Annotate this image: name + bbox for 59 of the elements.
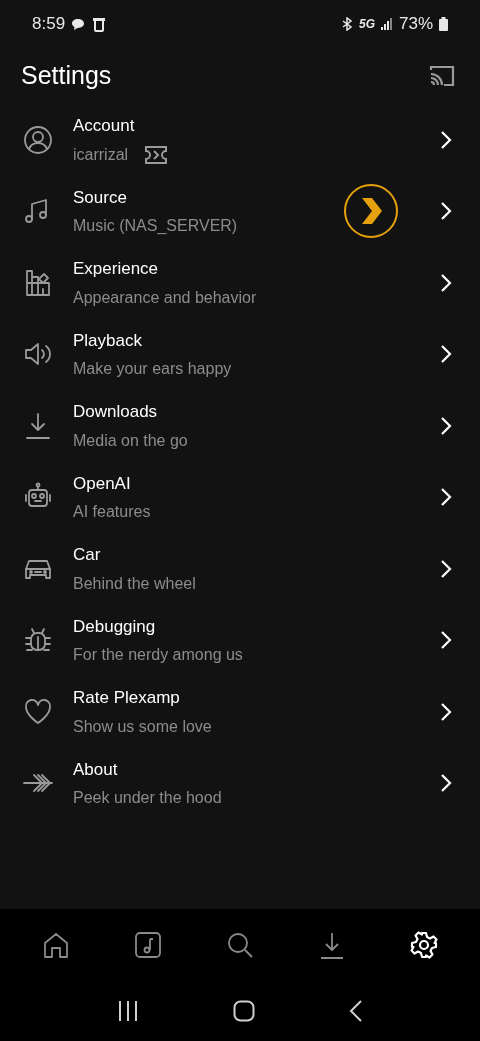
settings-row[interactable]: Account icarrizal bbox=[0, 104, 480, 176]
recent-apps-icon[interactable] bbox=[117, 1001, 139, 1021]
status-time: 8:59 bbox=[32, 13, 66, 36]
row-title: Downloads bbox=[73, 401, 159, 423]
chat-icon bbox=[71, 17, 86, 31]
chevron-right-icon bbox=[440, 701, 452, 722]
row-subtitle: Music (NAS_SERVER) bbox=[73, 216, 238, 236]
account-icon bbox=[22, 123, 54, 156]
settings-row[interactable]: Car Behind the wheel bbox=[0, 533, 480, 605]
chevron-right-icon bbox=[440, 201, 452, 222]
bluetooth-icon bbox=[340, 17, 353, 31]
row-title: Experience bbox=[73, 258, 160, 280]
chevron-right-icon bbox=[440, 129, 452, 150]
row-title: Playback bbox=[73, 329, 143, 352]
back-icon[interactable] bbox=[349, 1000, 363, 1022]
row-title: Debugging bbox=[73, 615, 157, 638]
row-subtitle: AI features bbox=[73, 502, 151, 522]
row-subtitle: Show us some love bbox=[73, 716, 212, 737]
settings-icon[interactable] bbox=[409, 930, 439, 960]
battery-percent: 73% bbox=[398, 13, 433, 36]
settings-row[interactable]: Rate Plexamp Show us some love bbox=[0, 676, 480, 748]
plex-logo-icon bbox=[343, 183, 399, 240]
search-icon[interactable] bbox=[225, 930, 255, 960]
chevron-right-icon bbox=[440, 272, 452, 293]
chevron-right-icon bbox=[440, 415, 452, 436]
row-title: Source bbox=[73, 186, 128, 209]
settings-row[interactable]: Debugging For the nerdy among us bbox=[0, 604, 480, 676]
settings-row[interactable]: Experience Appearance and behavior bbox=[0, 247, 480, 319]
row-subtitle: Appearance and behavior bbox=[73, 287, 257, 308]
row-subtitle: Peek under the hood bbox=[73, 788, 222, 808]
row-title: About bbox=[73, 758, 119, 781]
row-subtitle: Media on the go bbox=[73, 430, 188, 451]
row-title: Rate Plexamp bbox=[73, 687, 181, 709]
settings-row[interactable]: Source Music (NAS_SERVER) bbox=[0, 175, 480, 247]
chevron-right-icon bbox=[440, 630, 452, 651]
home-icon[interactable] bbox=[41, 930, 71, 960]
settings-row[interactable]: Downloads Media on the go bbox=[0, 390, 480, 462]
chevron-right-icon bbox=[440, 773, 452, 794]
page-title: Settings bbox=[21, 60, 112, 92]
device-icon bbox=[91, 16, 108, 32]
home-button-icon[interactable] bbox=[233, 1000, 255, 1022]
signal-icon bbox=[380, 18, 393, 30]
row-subtitle: Make your ears happy bbox=[73, 359, 232, 379]
chevron-right-icon bbox=[440, 558, 452, 579]
settings-row[interactable]: Playback Make your ears happy bbox=[0, 318, 480, 390]
settings-row[interactable]: OpenAI AI features bbox=[0, 461, 480, 533]
settings-row[interactable]: About Peek under the hood bbox=[0, 747, 480, 819]
row-subtitle: Behind the wheel bbox=[73, 573, 196, 594]
row-title: OpenAI bbox=[73, 472, 132, 495]
row-subtitle: icarrizal bbox=[73, 144, 129, 165]
chevron-right-icon bbox=[440, 487, 452, 508]
row-title: Car bbox=[73, 544, 102, 566]
row-subtitle: For the nerdy among us bbox=[73, 645, 243, 665]
network-label: 5G bbox=[358, 16, 375, 33]
chevron-right-icon bbox=[440, 344, 452, 365]
battery-icon bbox=[439, 17, 448, 31]
music-library-icon[interactable] bbox=[133, 930, 163, 960]
row-title: Account bbox=[73, 115, 136, 137]
cast-icon[interactable] bbox=[428, 64, 456, 88]
